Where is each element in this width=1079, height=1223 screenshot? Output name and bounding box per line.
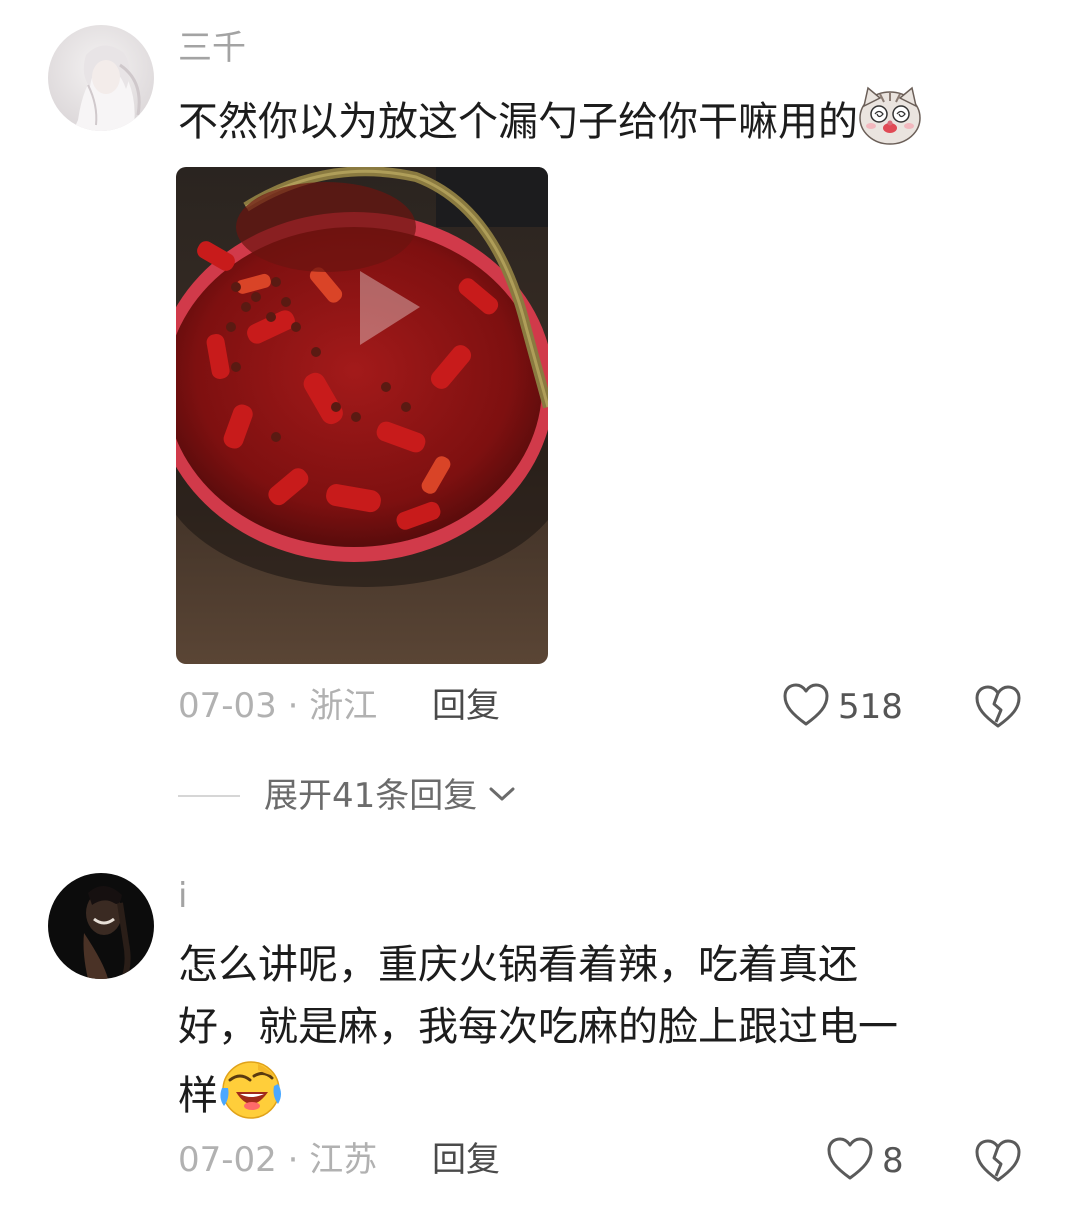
comment-text-line: 样 bbox=[178, 1073, 218, 1119]
avatar[interactable] bbox=[48, 25, 154, 131]
username[interactable]: i bbox=[178, 876, 187, 916]
chevron-down-icon bbox=[487, 784, 517, 808]
heart-icon bbox=[782, 682, 830, 732]
divider-line bbox=[178, 795, 240, 797]
comment-text-line: 好，就是麻，我每次吃麻的脸上跟过电一 bbox=[178, 1004, 898, 1050]
comment-text: 怎么讲呢，重庆火锅看着辣，吃着真还 好，就是麻，我每次吃麻的脸上跟过电一 样 bbox=[178, 934, 898, 1138]
video-thumbnail[interactable] bbox=[176, 167, 548, 664]
reply-button[interactable]: 回复 bbox=[432, 686, 500, 726]
date-location: 07-02 · 江苏 bbox=[178, 1140, 378, 1180]
expand-replies-button[interactable]: 展开41条回复 bbox=[178, 776, 517, 816]
like-count: 8 bbox=[882, 1141, 904, 1181]
comment-text-content: 不然你以为放这个漏勺子给你干嘛用的 bbox=[178, 99, 858, 145]
like-count: 518 bbox=[838, 687, 903, 727]
like-button[interactable]: 8 bbox=[826, 1136, 904, 1186]
comment-text-line: 怎么讲呢，重庆火锅看着辣，吃着真还 bbox=[178, 942, 858, 988]
username[interactable]: 三千 bbox=[178, 28, 246, 68]
comment-1: 三千 不然你以为放这个漏勺子给你干嘛用的 07-03 · 浙江 回复 518 展… bbox=[0, 0, 1079, 840]
avatar[interactable] bbox=[48, 873, 154, 979]
expand-replies-label: 展开41条回复 bbox=[264, 776, 478, 816]
comment-2: i 怎么讲呢，重庆火锅看着辣，吃着真还 好，就是麻，我每次吃麻的脸上跟过电一 样… bbox=[0, 840, 1079, 1223]
heart-icon bbox=[826, 1136, 874, 1186]
broken-heart-icon[interactable] bbox=[974, 1138, 1022, 1188]
broken-heart-icon[interactable] bbox=[974, 684, 1022, 734]
like-button[interactable]: 518 bbox=[782, 682, 903, 732]
cat-dizzy-face-icon bbox=[858, 84, 922, 164]
laughing-crying-face-icon bbox=[218, 1058, 284, 1138]
comment-text: 不然你以为放这个漏勺子给你干嘛用的 bbox=[178, 84, 922, 164]
date-location: 07-03 · 浙江 bbox=[178, 686, 378, 726]
reply-button[interactable]: 回复 bbox=[432, 1140, 500, 1180]
